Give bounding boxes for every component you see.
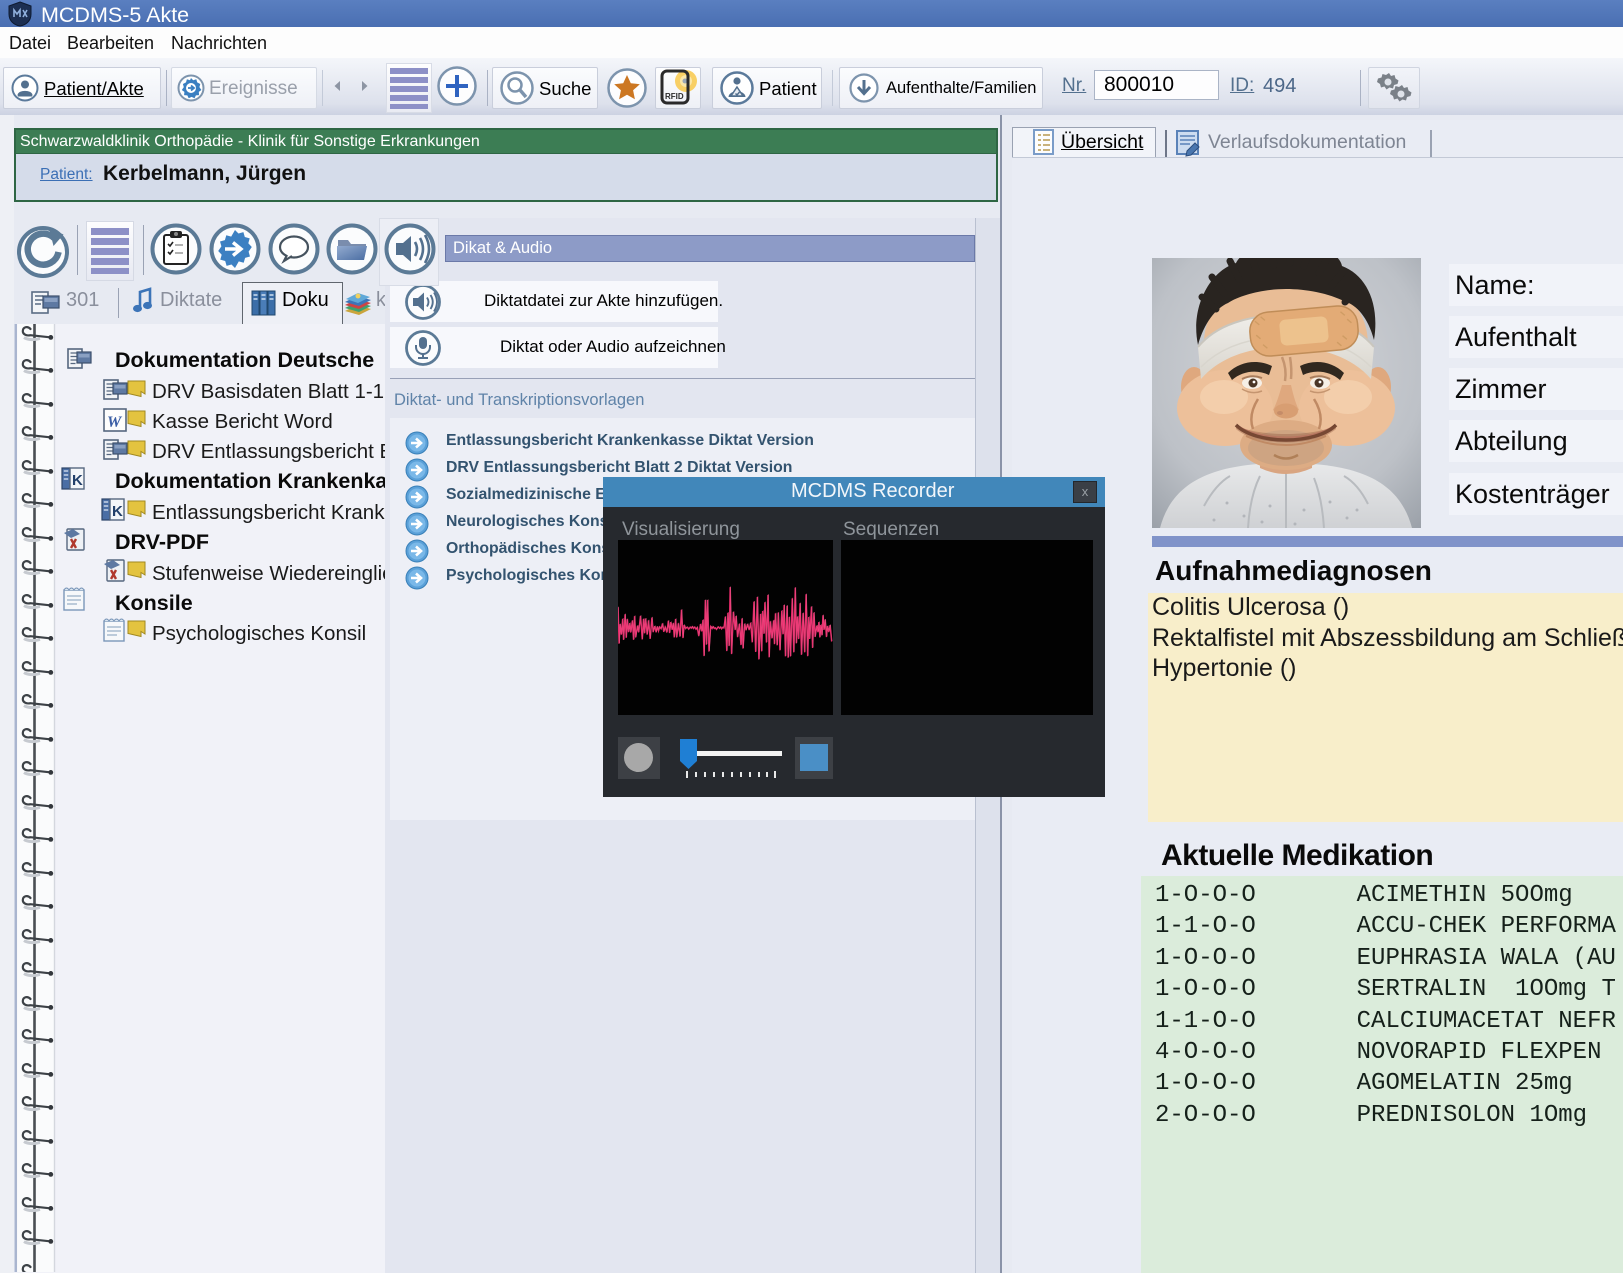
svg-text:Kasse Bericht Word: Kasse Bericht Word	[152, 410, 333, 433]
svg-text:Stufenweise Wiedereinglied: Stufenweise Wiedereinglied	[152, 562, 385, 585]
svg-text:Konsile: Konsile	[115, 591, 193, 615]
svg-text:DRV Entlassungsbericht Bla: DRV Entlassungsbericht Bla	[152, 440, 385, 463]
svg-text:DRV-PDF: DRV-PDF	[115, 530, 209, 554]
svg-text:Entlassungsbericht Kranken: Entlassungsbericht Kranken	[152, 501, 385, 524]
svg-text:Dokumentation Krankenkas: Dokumentation Krankenkas	[115, 469, 385, 493]
svg-text:Psychologisches Konsil: Psychologisches Konsil	[152, 622, 366, 645]
svg-text:W: W	[107, 414, 123, 431]
svg-text:RFID: RFID	[665, 92, 684, 101]
svg-text:Dokumentation Deutsche: Dokumentation Deutsche	[115, 348, 374, 372]
svg-text:DRV Basisdaten Blatt 1-1Bl: DRV Basisdaten Blatt 1-1Bl	[152, 380, 385, 403]
